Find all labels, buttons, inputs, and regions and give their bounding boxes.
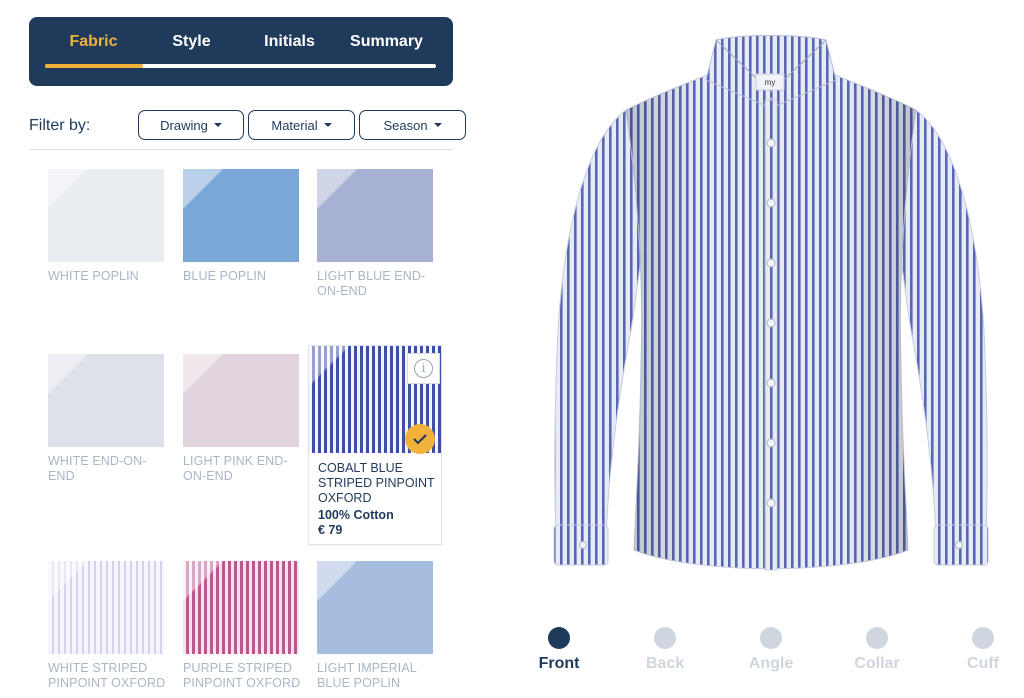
fabric-swatch xyxy=(183,561,299,654)
fabric-swatch xyxy=(183,169,299,262)
fabric-name: WHITE END-ON-END xyxy=(48,454,147,483)
step-progress-fill xyxy=(45,64,143,68)
view-collar[interactable]: Collar xyxy=(832,627,922,673)
fabric-swatch xyxy=(48,169,164,262)
info-icon: i xyxy=(414,359,433,378)
filter-label: Filter by: xyxy=(29,117,91,134)
fabric-swatch xyxy=(317,169,433,262)
fabric-name: LIGHT BLUE END-ON-END xyxy=(317,269,426,298)
view-angle[interactable]: Angle xyxy=(726,627,816,673)
fabric-swatch xyxy=(48,561,164,654)
fabric-cobalt-blue-striped-pinpoint-oxford[interactable]: i COBALT BLUE STRIPED PINPOINT OXFORD 10… xyxy=(308,345,442,545)
check-icon xyxy=(405,424,435,454)
view-dot xyxy=(548,627,570,649)
tab-summary[interactable]: Summary xyxy=(344,33,429,55)
material-filter-dropdown[interactable]: Material xyxy=(248,110,355,140)
view-cuff[interactable]: Cuff xyxy=(938,627,1024,673)
selected-fabric-name: COBALT BLUE STRIPED PINPOINT OXFORD xyxy=(318,461,435,505)
fabric-swatch xyxy=(317,561,433,654)
shirt-preview: my xyxy=(546,30,996,590)
view-label: Front xyxy=(538,655,580,672)
caret-down-icon xyxy=(213,123,222,127)
tab-style[interactable]: Style xyxy=(154,33,229,55)
shirt-label-text: my xyxy=(765,78,776,87)
view-dot xyxy=(972,627,994,649)
season-filter-label: Season xyxy=(383,117,428,133)
fabric-swatch xyxy=(48,354,164,447)
fabric-name: LIGHT IMPERIAL BLUE POPLIN xyxy=(317,661,417,690)
fabric-name: LIGHT PINK END-ON-END xyxy=(183,454,288,483)
view-dot xyxy=(654,627,676,649)
view-label: Collar xyxy=(854,655,900,672)
fabric-name: WHITE STRIPED PINPOINT OXFORD xyxy=(48,661,166,690)
step-tabs: Fabric Style Initials Summary xyxy=(29,17,453,86)
caret-down-icon xyxy=(323,123,332,127)
drawing-filter-dropdown[interactable]: Drawing xyxy=(138,110,244,140)
fabric-swatch xyxy=(183,354,299,447)
season-filter-dropdown[interactable]: Season xyxy=(359,110,466,140)
selected-fabric-price: € 79 xyxy=(318,523,343,537)
view-dot xyxy=(866,627,888,649)
view-label: Cuff xyxy=(967,655,999,672)
view-front[interactable]: Front xyxy=(514,627,604,673)
selected-fabric-material: 100% Cotton xyxy=(318,508,394,522)
fabric-name: WHITE POPLIN xyxy=(48,269,139,283)
drawing-filter-label: Drawing xyxy=(160,117,208,133)
tab-initials[interactable]: Initials xyxy=(252,33,327,55)
view-label: Back xyxy=(645,655,685,672)
filter-divider xyxy=(29,149,453,150)
material-filter-label: Material xyxy=(271,117,318,133)
view-dot xyxy=(760,627,782,649)
view-label: Angle xyxy=(748,655,794,672)
shirt-image: my xyxy=(553,35,989,571)
info-button[interactable]: i xyxy=(407,353,440,384)
view-back[interactable]: Back xyxy=(620,627,710,673)
tab-fabric[interactable]: Fabric xyxy=(56,33,131,55)
caret-down-icon xyxy=(433,123,442,127)
fabric-name: BLUE POPLIN xyxy=(183,269,267,283)
fabric-name: PURPLE STRIPED PINPOINT OXFORD xyxy=(183,661,301,690)
